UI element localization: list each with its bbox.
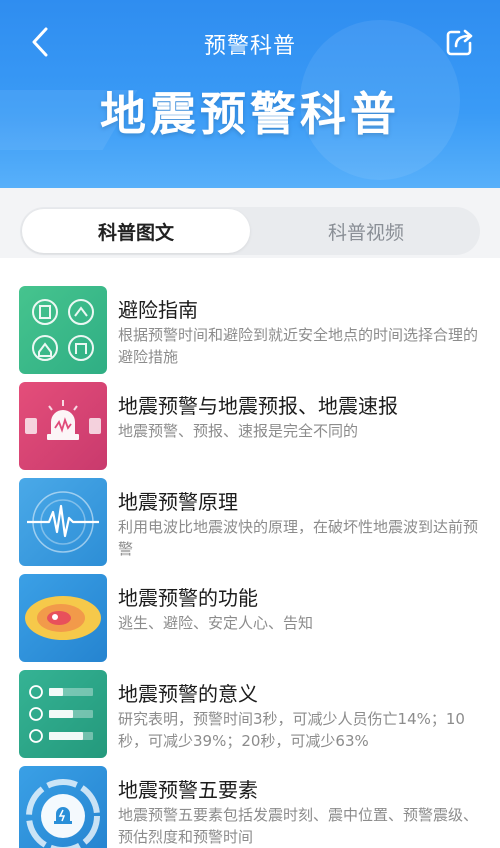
article-desc: 地震预警五要素包括发震时刻、震中位置、预警震级、预估烈度和预警时间 xyxy=(118,806,479,846)
article-desc: 根据预警时间和避险到就近安全地点的时间选择合理的避险措施 xyxy=(118,326,479,366)
timer-bars-icon xyxy=(29,685,93,743)
thumbnail xyxy=(19,670,107,758)
tab-articles[interactable]: 科普图文 xyxy=(22,209,250,253)
list-item[interactable]: 地震预警的功能 逃生、避险、安定人心、告知 xyxy=(0,558,500,662)
list-item[interactable]: 地震预警原理 利用电波比地震波快的原理，在破坏性地震波到达前预警 xyxy=(0,462,500,566)
thumbnail xyxy=(19,478,107,566)
seismograph-icon xyxy=(27,491,99,553)
article-title: 地震预警原理 xyxy=(118,490,238,514)
article-desc: 利用电波比地震波快的原理，在破坏性地震波到达前预警 xyxy=(118,518,479,558)
banner-title: 地震预警科普 xyxy=(100,87,400,141)
share-button[interactable] xyxy=(442,24,478,60)
thumbnail xyxy=(19,286,107,374)
tab-bar-area: 科普图文 科普视频 xyxy=(0,188,500,258)
article-title: 地震预警的意义 xyxy=(118,682,258,706)
article-title: 地震预警与地震预报、地震速报 xyxy=(118,394,398,418)
article-title: 避险指南 xyxy=(118,298,198,322)
article-title: 地震预警五要素 xyxy=(118,778,258,802)
list-item[interactable]: 地震预警与地震预报、地震速报 地震预警、预报、速报是完全不同的 xyxy=(0,366,500,470)
intensity-map-icon xyxy=(25,596,101,640)
thumbnail xyxy=(19,382,107,470)
list-item[interactable]: 地震预警五要素 地震预警五要素包括发震时刻、震中位置、预警震级、预估烈度和预警时… xyxy=(0,750,500,848)
alarm-siren-icon xyxy=(25,400,101,440)
tab-videos[interactable]: 科普视频 xyxy=(252,207,480,255)
header-banner: 预警科普 地震预警科普 xyxy=(0,0,500,188)
list-item[interactable]: 避险指南 根据预警时间和避险到就近安全地点的时间选择合理的避险措施 xyxy=(0,270,500,374)
article-list: 避险指南 根据预警时间和避险到就近安全地点的时间选择合理的避险措施 地震预警与地… xyxy=(0,270,500,848)
article-title: 地震预警的功能 xyxy=(118,586,258,610)
evacuation-icon xyxy=(32,299,94,361)
article-desc: 研究表明，预警时间3秒，可减少人员伤亡14%；10秒，可减少39%；20秒，可减… xyxy=(118,710,465,750)
thumbnail xyxy=(19,766,107,848)
article-desc: 地震预警、预报、速报是完全不同的 xyxy=(118,422,359,440)
five-elements-icon xyxy=(26,779,100,848)
tab-switcher: 科普图文 科普视频 xyxy=(20,207,480,255)
nav-title: 预警科普 xyxy=(203,34,296,59)
list-item[interactable]: 地震预警的意义 研究表明，预警时间3秒，可减少人员伤亡14%；10秒，可减少39… xyxy=(0,654,500,758)
thumbnail xyxy=(19,574,107,662)
share-icon xyxy=(446,29,473,56)
article-desc: 逃生、避险、安定人心、告知 xyxy=(118,614,314,632)
